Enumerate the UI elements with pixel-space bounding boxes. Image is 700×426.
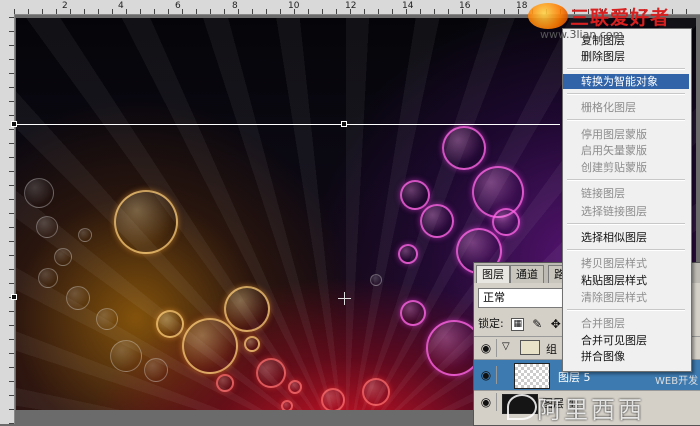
tab-layers[interactable]: 图层 xyxy=(476,265,510,283)
lock-position-move-icon[interactable]: ✥ xyxy=(550,318,561,330)
bubble xyxy=(362,378,390,406)
transform-guide-line xyxy=(14,124,560,125)
lock-label: 锁定: xyxy=(478,317,504,330)
menu-item-delete-layer[interactable]: 删除图层 xyxy=(563,49,689,64)
transform-handle[interactable] xyxy=(11,121,17,127)
ruler-number: 6 xyxy=(175,1,181,11)
bubble xyxy=(216,374,234,392)
menu-item-merge-visible[interactable]: 合并可见图层 xyxy=(563,333,689,348)
bubble xyxy=(182,318,238,374)
bubble xyxy=(398,244,418,264)
bubble xyxy=(442,126,486,170)
menu-separator xyxy=(567,93,685,95)
transform-handle[interactable] xyxy=(341,121,347,127)
ruler-number: 8 xyxy=(232,1,238,11)
bubble xyxy=(96,308,118,330)
bubble xyxy=(321,388,345,410)
visibility-eye-icon[interactable]: ◉ xyxy=(476,366,497,384)
bubble xyxy=(78,228,92,242)
bubble xyxy=(224,286,270,332)
watermark-web-label: WEB开发 xyxy=(655,376,699,387)
menu-separator xyxy=(567,68,685,70)
bubble xyxy=(54,248,72,266)
menu-item-convert-to-smart-object[interactable]: 转换为智能对象 xyxy=(563,74,689,89)
layer-context-menu: 复制图层 删除图层 转换为智能对象 栅格化图层 停用图层蒙版 启用矢量蒙版 创建… xyxy=(562,28,692,372)
lock-row: 锁定: ▦ ✎ ✥ xyxy=(478,315,561,331)
bubble xyxy=(288,380,302,394)
site-logo-icon xyxy=(528,3,568,29)
visibility-eye-icon[interactable]: ◉ xyxy=(476,393,497,411)
menu-item-flatten-image[interactable]: 拼合图像 xyxy=(563,349,689,364)
vertical-ruler[interactable] xyxy=(0,14,15,424)
bubble xyxy=(370,274,382,286)
bubble xyxy=(38,268,58,288)
reference-point-icon[interactable] xyxy=(338,292,351,305)
bubble xyxy=(66,286,90,310)
menu-item-paste-layer-style[interactable]: 粘贴图层样式 xyxy=(563,273,689,288)
menu-separator xyxy=(567,179,685,181)
bubble xyxy=(110,340,142,372)
ruler-number: 14 xyxy=(402,1,414,11)
ruler-number: 12 xyxy=(345,1,357,11)
lock-image-brush-icon[interactable]: ✎ xyxy=(532,318,543,330)
visibility-eye-icon[interactable]: ◉ xyxy=(476,339,497,357)
transform-handle[interactable] xyxy=(11,294,17,300)
layer-name: 组 xyxy=(546,343,557,356)
watermark-url: www.3lian.com xyxy=(540,28,624,41)
folder-icon xyxy=(520,340,540,355)
ruler-number: 16 xyxy=(459,1,471,11)
ruler-number: 18 xyxy=(516,1,528,11)
site-watermark-bottom: 阿里西西 xyxy=(505,388,700,424)
bubble xyxy=(244,336,260,352)
site-logo-icon xyxy=(507,394,537,420)
menu-item-disable-layer-mask[interactable]: 停用图层蒙版 xyxy=(563,127,689,142)
menu-item-create-clipping-mask[interactable]: 创建剪贴蒙版 xyxy=(563,160,689,175)
bubble xyxy=(281,400,293,410)
bubble xyxy=(420,204,454,238)
menu-separator xyxy=(567,119,685,121)
tab-channels[interactable]: 通道 xyxy=(510,265,544,283)
menu-item-select-linked-layers[interactable]: 选择链接图层 xyxy=(563,204,689,219)
bubble xyxy=(156,310,184,338)
watermark-text: 三联爱好者 xyxy=(570,7,671,29)
ruler-ticks xyxy=(9,14,14,424)
ruler-number: 10 xyxy=(288,1,300,11)
bubble xyxy=(24,178,54,208)
menu-item-enable-vector-mask[interactable]: 启用矢量蒙版 xyxy=(563,143,689,158)
bubble xyxy=(492,208,520,236)
menu-item-rasterize-layer[interactable]: 栅格化图层 xyxy=(563,100,689,115)
ruler-number: 4 xyxy=(118,1,124,11)
bubble xyxy=(36,216,58,238)
menu-separator xyxy=(567,223,685,225)
menu-item-merge-layers[interactable]: 合并图层 xyxy=(563,316,689,331)
ruler-number: 2 xyxy=(62,1,68,11)
layer-thumbnail xyxy=(514,363,550,389)
watermark-text: 阿里西西 xyxy=(537,396,645,424)
bubble xyxy=(144,358,168,382)
menu-separator xyxy=(567,249,685,251)
bubble xyxy=(114,190,178,254)
menu-separator xyxy=(567,309,685,311)
expand-triangle-icon[interactable]: ▽ xyxy=(502,341,510,352)
bubble xyxy=(400,300,426,326)
bubble xyxy=(256,358,286,388)
menu-item-link-layers[interactable]: 链接图层 xyxy=(563,186,689,201)
lock-transparent-icon[interactable]: ▦ xyxy=(511,317,525,331)
bubble xyxy=(400,180,430,210)
menu-item-copy-layer-style[interactable]: 拷贝图层样式 xyxy=(563,256,689,271)
menu-item-select-similar-layers[interactable]: 选择相似图层 xyxy=(563,230,689,245)
menu-item-clear-layer-style[interactable]: 清除图层样式 xyxy=(563,290,689,305)
blend-mode-select[interactable]: 正常 xyxy=(478,288,566,308)
